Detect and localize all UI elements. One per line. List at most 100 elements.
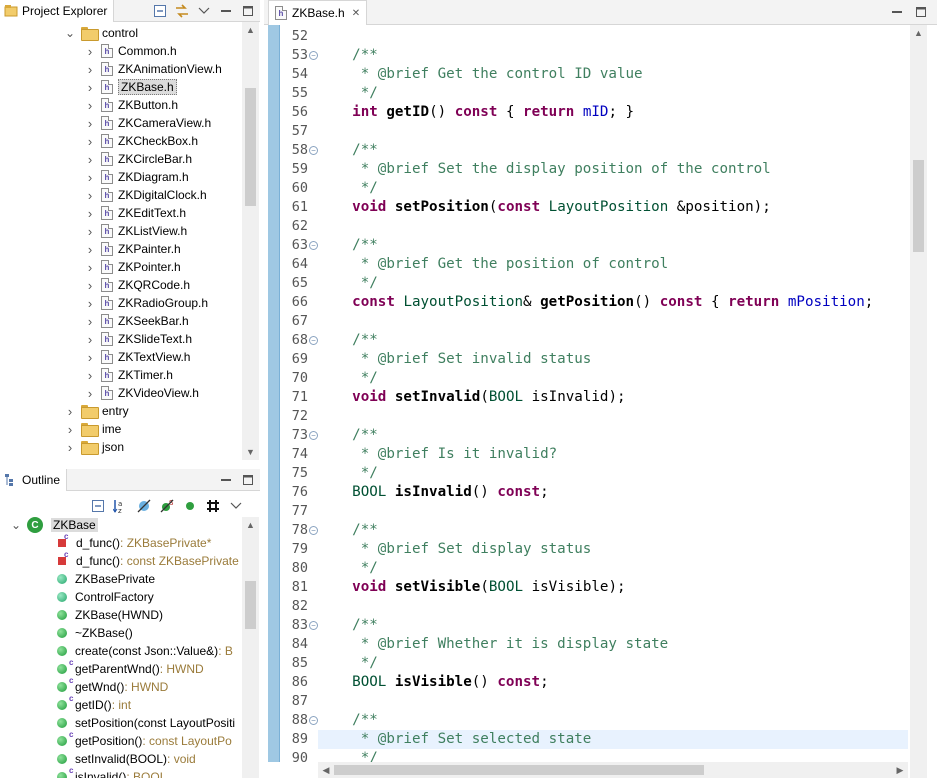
- outline-member-item[interactable]: c getPosition() : const LayoutPo: [57, 732, 242, 750]
- tree-file-item[interactable]: › h ZKPointer.h: [84, 258, 181, 276]
- chevron-right-icon[interactable]: ›: [84, 332, 96, 347]
- hide-macros-icon[interactable]: [205, 498, 221, 514]
- tree-file-item[interactable]: › h ZKAnimationView.h: [84, 60, 222, 78]
- tree-folder-item[interactable]: › json: [64, 438, 124, 456]
- hide-fields-icon[interactable]: [136, 498, 152, 514]
- maximize-icon[interactable]: [240, 472, 256, 488]
- view-menu-icon[interactable]: [228, 498, 244, 514]
- scroll-down-arrow-icon[interactable]: ▼: [242, 444, 259, 460]
- chevron-right-icon[interactable]: ›: [84, 278, 96, 293]
- outline-member-item[interactable]: c isInvalid() : BOOL: [57, 768, 242, 778]
- collapse-all-icon[interactable]: [152, 3, 168, 19]
- scroll-thumb[interactable]: [245, 581, 256, 629]
- chevron-right-icon[interactable]: ›: [84, 368, 96, 383]
- chevron-right-icon[interactable]: ›: [84, 350, 96, 365]
- view-menu-icon[interactable]: [196, 3, 212, 19]
- outline-member-item[interactable]: c getID() : int: [57, 696, 242, 714]
- link-with-editor-icon[interactable]: [174, 3, 190, 19]
- hide-static-icon[interactable]: S: [159, 498, 175, 514]
- chevron-down-icon[interactable]: ⌄: [64, 26, 76, 40]
- tree-file-item[interactable]: › h ZKCameraView.h: [84, 114, 211, 132]
- chevron-right-icon[interactable]: ›: [64, 404, 76, 419]
- tree-file-item[interactable]: › h Common.h: [84, 42, 177, 60]
- tree-file-item[interactable]: › h ZKTimer.h: [84, 366, 173, 384]
- tree-file-item[interactable]: › h ZKVideoView.h: [84, 384, 199, 402]
- editor-horizontal-scrollbar[interactable]: ◀ ▶: [318, 762, 908, 778]
- fold-collapse-icon[interactable]: −: [309, 621, 318, 630]
- scroll-left-arrow-icon[interactable]: ◀: [318, 762, 334, 778]
- chevron-right-icon[interactable]: ›: [84, 116, 96, 131]
- fold-collapse-icon[interactable]: −: [309, 526, 318, 535]
- scroll-up-arrow-icon[interactable]: ▲: [242, 22, 259, 38]
- tree-file-item[interactable]: › h ZKTextView.h: [84, 348, 191, 366]
- chevron-down-icon[interactable]: ⌄: [10, 518, 22, 532]
- outline-member-item[interactable]: setPosition(const LayoutPositi: [57, 714, 242, 732]
- code-text-area[interactable]: /** * @brief Get the control ID value */…: [318, 25, 908, 762]
- tree-file-item[interactable]: › h ZKListView.h: [84, 222, 187, 240]
- maximize-icon[interactable]: [913, 4, 929, 20]
- tab-zkbase-h[interactable]: h ZKBase.h ✕: [268, 0, 368, 25]
- outline-root-class[interactable]: ⌄ C ZKBase: [10, 516, 98, 534]
- tree-folder-item[interactable]: › entry: [64, 402, 129, 420]
- tab-outline[interactable]: Outline: [0, 469, 68, 491]
- tree-file-item[interactable]: › h ZKCheckBox.h: [84, 132, 198, 150]
- scroll-thumb[interactable]: [245, 88, 256, 206]
- outline-member-item[interactable]: ~ZKBase(): [57, 624, 242, 642]
- tree-file-item[interactable]: › h ZKButton.h: [84, 96, 178, 114]
- fold-collapse-icon[interactable]: −: [309, 51, 318, 60]
- tree-file-item[interactable]: › h ZKPainter.h: [84, 240, 181, 258]
- outline-member-item[interactable]: ZKBase(HWND): [57, 606, 242, 624]
- chevron-right-icon[interactable]: ›: [84, 314, 96, 329]
- chevron-right-icon[interactable]: ›: [84, 170, 96, 185]
- fold-collapse-icon[interactable]: −: [309, 431, 318, 440]
- tab-project-explorer[interactable]: Project Explorer: [0, 0, 115, 22]
- tree-file-item[interactable]: › h ZKCircleBar.h: [84, 150, 192, 168]
- outline-member-item[interactable]: c getParentWnd() : HWND: [57, 660, 242, 678]
- chevron-right-icon[interactable]: ›: [84, 224, 96, 239]
- scroll-right-arrow-icon[interactable]: ▶: [892, 762, 908, 778]
- tree-file-item[interactable]: › h ZKQRCode.h: [84, 276, 190, 294]
- tree-file-item[interactable]: › h ZKBase.h: [84, 78, 177, 96]
- sort-icon[interactable]: az: [113, 498, 129, 514]
- chevron-right-icon[interactable]: ›: [84, 260, 96, 275]
- editor-vertical-scrollbar[interactable]: ▲: [910, 25, 927, 778]
- tree-file-item[interactable]: › h ZKSlideText.h: [84, 330, 192, 348]
- chevron-right-icon[interactable]: ›: [84, 44, 96, 59]
- maximize-icon[interactable]: [240, 3, 256, 19]
- fold-collapse-icon[interactable]: −: [309, 241, 318, 250]
- chevron-right-icon[interactable]: ›: [84, 62, 96, 77]
- tree-folder-item[interactable]: ⌄ control: [64, 24, 138, 42]
- outline-scrollbar[interactable]: ▲: [242, 517, 259, 778]
- chevron-right-icon[interactable]: ›: [84, 386, 96, 401]
- tree-folder-item[interactable]: › ime: [64, 420, 121, 438]
- chevron-right-icon[interactable]: ›: [64, 440, 76, 455]
- collapse-all-icon[interactable]: [90, 498, 106, 514]
- scroll-thumb[interactable]: [334, 765, 704, 775]
- outline-member-item[interactable]: ControlFactory: [57, 588, 242, 606]
- chevron-right-icon[interactable]: ›: [84, 242, 96, 257]
- tree-file-item[interactable]: › h ZKDigitalClock.h: [84, 186, 207, 204]
- fold-collapse-icon[interactable]: −: [309, 146, 318, 155]
- tree-file-item[interactable]: › h ZKRadioGroup.h: [84, 294, 208, 312]
- chevron-right-icon[interactable]: ›: [84, 134, 96, 149]
- chevron-right-icon[interactable]: ›: [84, 296, 96, 311]
- outline-member-item[interactable]: c d_func() : const ZKBasePrivate: [57, 552, 242, 570]
- chevron-right-icon[interactable]: ›: [84, 188, 96, 203]
- scroll-up-arrow-icon[interactable]: ▲: [910, 25, 927, 41]
- outline-member-item[interactable]: ZKBasePrivate: [57, 570, 242, 588]
- outline-member-item[interactable]: setInvalid(BOOL) : void: [57, 750, 242, 768]
- chevron-right-icon[interactable]: ›: [84, 206, 96, 221]
- minimize-icon[interactable]: [889, 4, 905, 20]
- tree-file-item[interactable]: › h ZKDiagram.h: [84, 168, 189, 186]
- chevron-right-icon[interactable]: ›: [64, 422, 76, 437]
- chevron-right-icon[interactable]: ›: [84, 80, 96, 95]
- close-icon[interactable]: ✕: [352, 8, 360, 19]
- outline-member-item[interactable]: c d_func() : ZKBasePrivate*: [57, 534, 242, 552]
- minimize-icon[interactable]: [218, 3, 234, 19]
- scroll-up-arrow-icon[interactable]: ▲: [242, 517, 259, 533]
- tree-file-item[interactable]: › h ZKSeekBar.h: [84, 312, 189, 330]
- outline-member-item[interactable]: c getWnd() : HWND: [57, 678, 242, 696]
- scroll-thumb[interactable]: [913, 160, 924, 252]
- fold-collapse-icon[interactable]: −: [309, 716, 318, 725]
- chevron-right-icon[interactable]: ›: [84, 98, 96, 113]
